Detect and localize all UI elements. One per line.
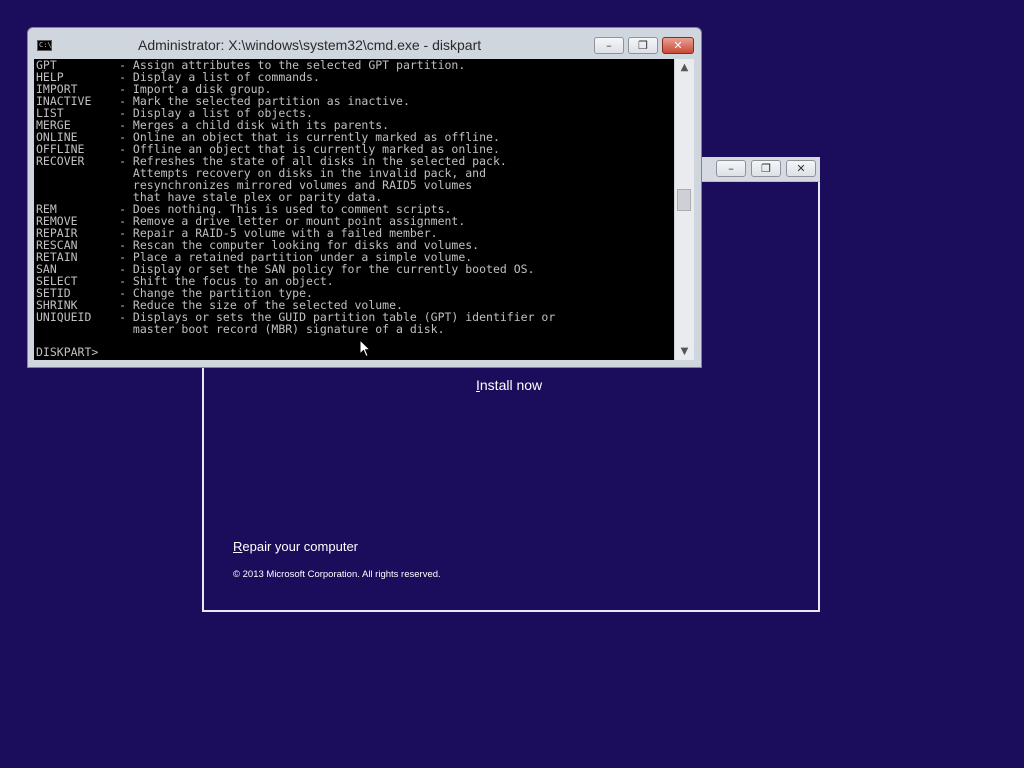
cmd-system-icon[interactable]: C:\ (37, 40, 52, 51)
copyright-text: © 2013 Microsoft Corporation. All rights… (233, 569, 441, 580)
scroll-up-arrow-icon[interactable]: ▲ (675, 59, 694, 76)
install-now-link[interactable]: Install now (476, 377, 542, 393)
cmd-restore-button[interactable]: ❐ (628, 37, 658, 54)
scroll-thumb[interactable] (677, 189, 691, 211)
mouse-pointer-icon (359, 339, 371, 358)
cmd-minimize-button[interactable]: – (594, 37, 624, 54)
diskpart-prompt[interactable]: DISKPART> (36, 346, 98, 358)
cmd-titlebar[interactable]: C:\ Administrator: X:\windows\system32\c… (28, 28, 701, 61)
console-lines: GPT - Assign attributes to the selected … (34, 59, 674, 335)
console-scrollbar[interactable]: ▲ ▼ (674, 59, 694, 360)
cmd-window-title: Administrator: X:\windows\system32\cmd.e… (138, 37, 482, 53)
setup-minimize-button[interactable]: – (716, 160, 746, 177)
setup-close-button[interactable]: ✕ (786, 160, 816, 177)
cmd-close-button[interactable]: ✕ (662, 37, 694, 54)
scroll-down-arrow-icon[interactable]: ▼ (675, 343, 694, 360)
setup-restore-button[interactable]: ❐ (751, 160, 781, 177)
cmd-window: C:\ Administrator: X:\windows\system32\c… (27, 27, 702, 368)
console-output[interactable]: GPT - Assign attributes to the selected … (34, 59, 674, 360)
repair-computer-link[interactable]: Repair your computer (233, 539, 358, 554)
console-line: master boot record (MBR) signature of a … (36, 322, 445, 336)
